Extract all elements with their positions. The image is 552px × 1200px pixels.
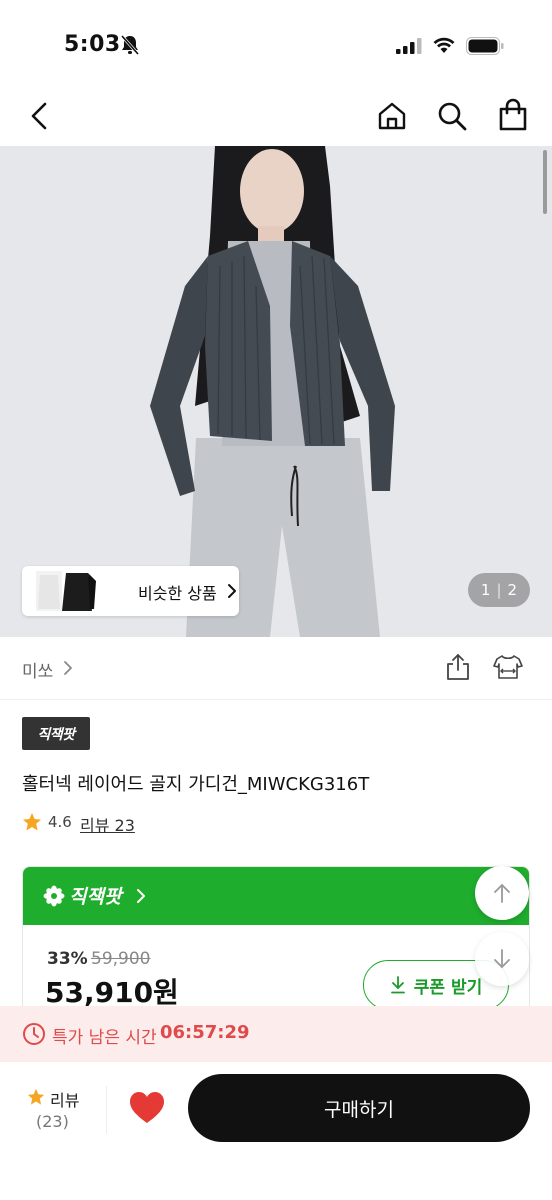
chevron-right-icon	[137, 889, 145, 903]
chevron-right-icon	[228, 584, 236, 598]
timer-countdown: 06:57:29	[160, 1022, 250, 1043]
bell-muted-icon	[120, 35, 140, 55]
image-counter-separator: |	[496, 581, 502, 599]
chevron-left-icon[interactable]	[24, 100, 56, 132]
product-image[interactable]	[0, 146, 552, 637]
original-price: 59,900	[91, 949, 151, 969]
scroll-to-bottom-button[interactable]	[475, 932, 529, 986]
chevron-right-icon	[64, 661, 72, 675]
brand-row: 미쏘	[0, 637, 552, 699]
similar-products-thumbnail	[36, 571, 96, 611]
deal-card-header[interactable]: 직잭팟	[23, 867, 529, 925]
page-scrollbar[interactable]	[543, 150, 547, 214]
wifi-icon	[433, 37, 455, 53]
scroll-to-top-button[interactable]	[475, 866, 529, 920]
arrow-up-icon	[494, 884, 510, 903]
review-link[interactable]: 리뷰 23	[80, 812, 135, 836]
similar-products-button[interactable]: 비슷한 상품	[22, 566, 239, 616]
deal-timer-banner: 특가 남은 시간 06:57:29	[0, 1006, 552, 1062]
rating-value: 4.6	[48, 813, 72, 831]
top-nav-bar	[0, 88, 552, 146]
review-tab-count[interactable]: (23)	[36, 1112, 69, 1131]
image-page-indicator: 1 | 2	[468, 573, 530, 607]
shopping-bag-icon[interactable]	[496, 98, 530, 132]
home-icon[interactable]	[376, 100, 408, 132]
similar-products-label: 비슷한 상품	[138, 584, 217, 603]
coupon-button-label: 쿠폰 받기	[413, 977, 483, 998]
section-divider	[0, 699, 552, 700]
star-icon	[23, 813, 41, 831]
battery-icon	[466, 37, 504, 55]
flower-icon	[43, 885, 65, 906]
cellular-signal-icon	[396, 38, 422, 54]
deal-card-logo: 직잭팟	[43, 882, 121, 909]
heart-icon[interactable]	[128, 1090, 166, 1126]
brand-link[interactable]: 미쏘	[22, 657, 53, 682]
star-icon	[27, 1088, 45, 1105]
bottom-action-bar: 리뷰 (23) 구매하기	[0, 1062, 552, 1200]
deal-card-logo-text: 직잭팟	[69, 886, 122, 908]
product-title: 홀터넥 레이어드 골지 가디건_MIWCKG316T	[22, 774, 370, 795]
search-icon[interactable]	[436, 100, 468, 132]
sale-price: 53,910원	[45, 976, 179, 1009]
arrow-down-icon	[494, 949, 510, 968]
clock-icon	[23, 1023, 45, 1045]
status-bar: 5:03	[0, 0, 552, 88]
share-icon[interactable]	[444, 653, 472, 681]
size-fit-icon[interactable]	[492, 653, 524, 681]
image-current-index: 1	[480, 581, 491, 599]
timer-label: 특가 남은 시간	[52, 1028, 157, 1048]
buy-button[interactable]: 구매하기	[188, 1074, 530, 1142]
image-total-count: 2	[507, 581, 518, 599]
deal-badge: 직잭팟	[22, 717, 90, 750]
review-tab-label[interactable]: 리뷰	[50, 1087, 79, 1111]
download-arrow-icon	[390, 976, 405, 994]
bottom-bar-divider	[106, 1086, 107, 1134]
status-time: 5:03	[64, 32, 121, 57]
discount-rate: 33%	[47, 949, 88, 969]
product-photo	[0, 146, 552, 637]
deal-card: 직잭팟 33% 59,900 53,910원 쿠폰 받기	[22, 866, 530, 1026]
